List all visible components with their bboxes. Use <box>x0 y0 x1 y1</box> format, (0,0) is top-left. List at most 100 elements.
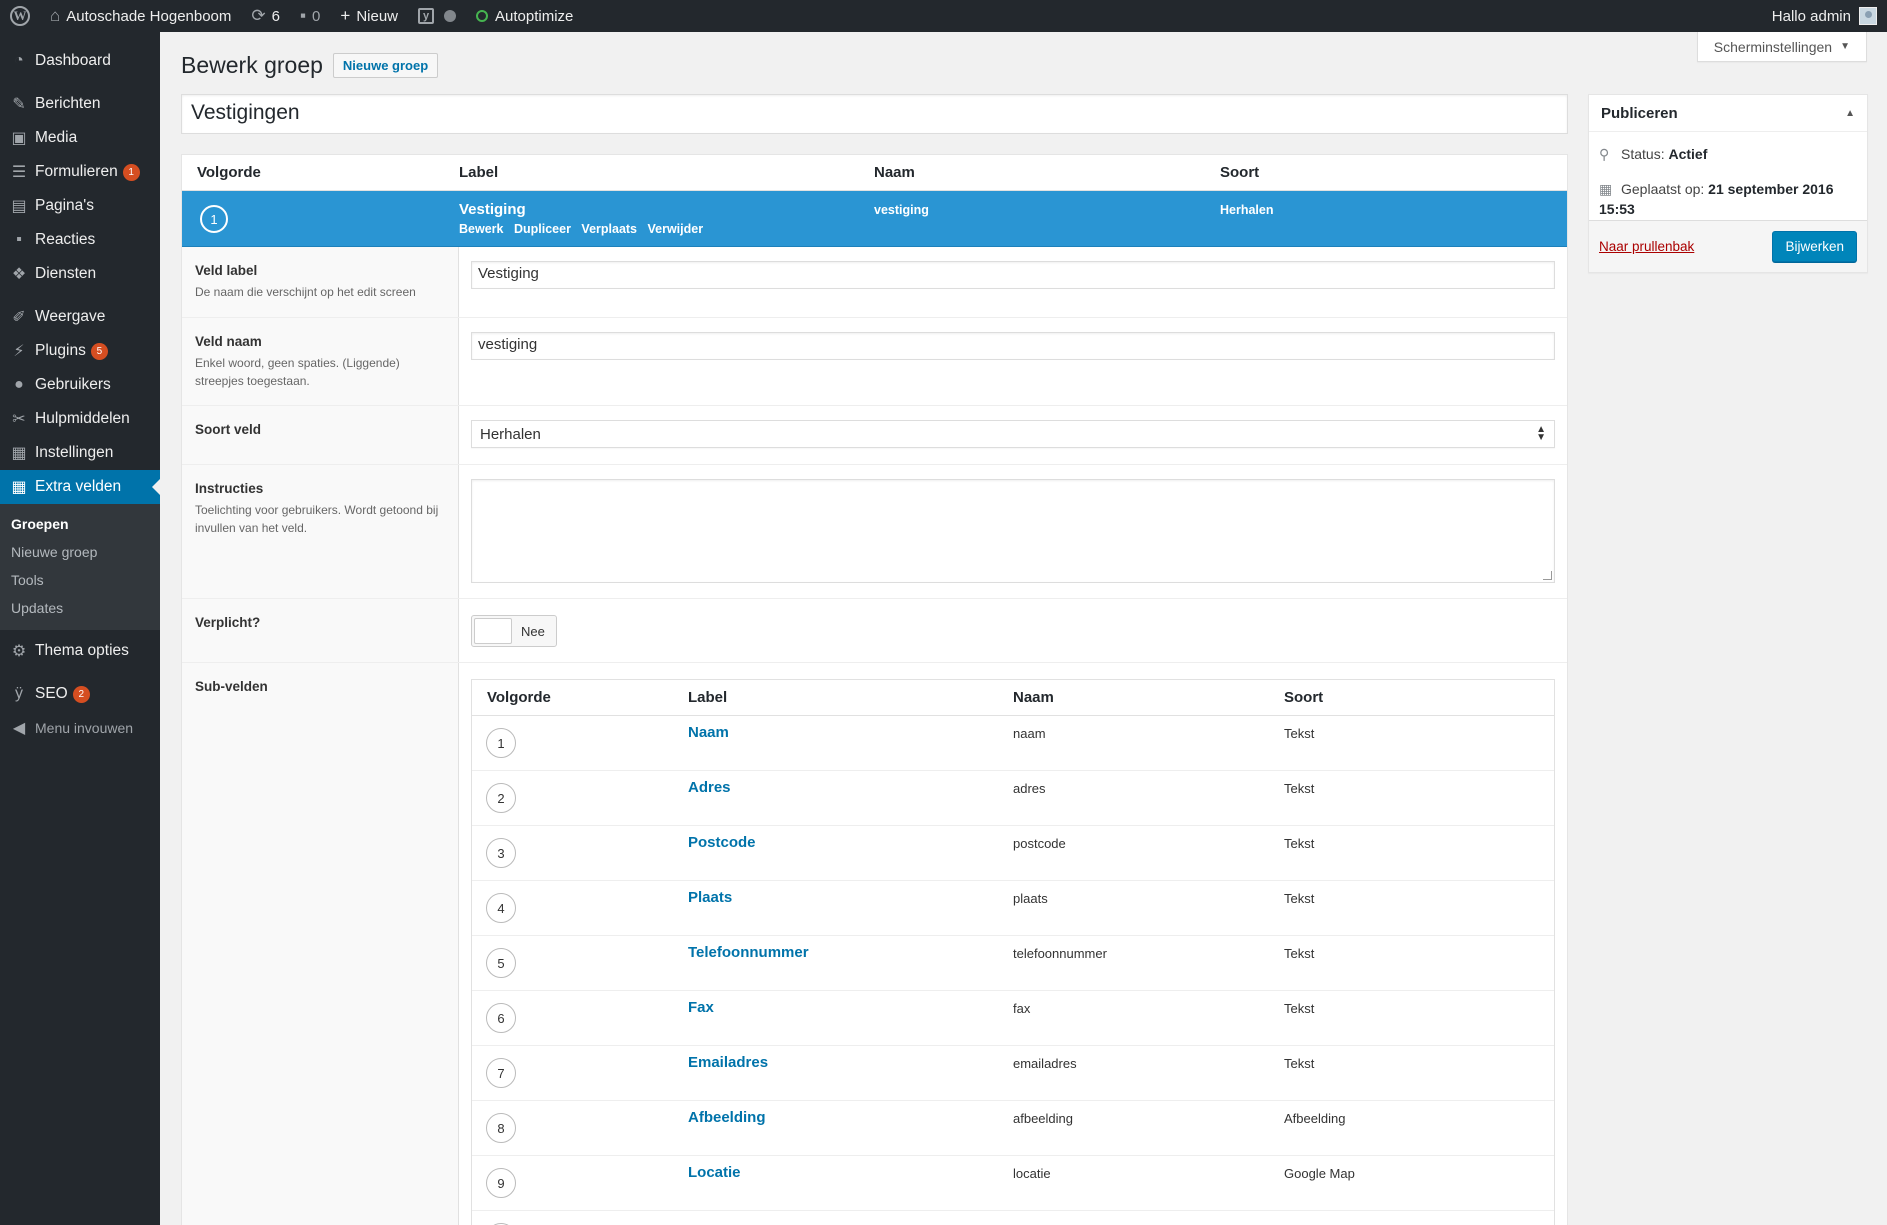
instructions-textarea[interactable] <box>471 479 1555 583</box>
sidebar-item-paginas[interactable]: ▤ Pagina's <box>0 189 160 223</box>
subfield-name: fax <box>1013 1001 1031 1016</box>
sidebar-item-label: Gebruikers <box>35 376 111 393</box>
subfield-label-link[interactable]: Afbeelding <box>688 1109 1013 1126</box>
comments-menu[interactable]: ▪ 0 <box>290 0 330 32</box>
sidebar-item-berichten[interactable]: ✎ Berichten <box>0 87 160 121</box>
header-type: Soort <box>1284 689 1324 706</box>
updates-menu[interactable]: ⟳ 6 <box>241 0 290 32</box>
move-link[interactable]: Verplaats <box>581 222 637 236</box>
sidebar-item-weergave[interactable]: ✐ Weergave <box>0 300 160 334</box>
sidebar-item-extra-velden[interactable]: ▦ Extra velden <box>0 470 160 504</box>
required-toggle[interactable]: Nee <box>471 615 557 647</box>
sidebar-item-plugins[interactable]: ⚡ Plugins 5 <box>0 334 160 368</box>
row-actions: Bewerk Dupliceer Verplaats Verwijder <box>459 222 874 236</box>
subfield-label-link[interactable]: Telefoonnummer <box>688 944 1013 961</box>
subfield-label-link[interactable]: Locatie <box>688 1164 1013 1181</box>
subfield-row[interactable]: 6 Fax fax Tekst <box>472 991 1554 1046</box>
subfield-order-badge[interactable]: 6 <box>486 1003 516 1033</box>
field-order-badge[interactable]: 1 <box>200 205 228 233</box>
sidebar-item-instellingen[interactable]: ▦ Instellingen <box>0 436 160 470</box>
submenu-item-tools[interactable]: Tools <box>0 566 160 594</box>
screen-options-button[interactable]: Scherminstellingen ▼ <box>1696 32 1867 62</box>
publish-actions: Naar prullenbak Bijwerken <box>1589 220 1867 272</box>
new-label: Nieuw <box>356 7 398 25</box>
field-name: vestiging <box>874 203 929 217</box>
sidebar-item-reacties[interactable]: ▪ Reacties <box>0 223 160 257</box>
forms-icon: ☰ <box>11 164 27 181</box>
admin-bar: W ⌂ Autoschade Hogenboom ⟳ 6 ▪ 0 + Nieuw y A… <box>0 0 1887 32</box>
setting-instructions: Instructies Toelichting voor gebruikers.… <box>182 465 1567 599</box>
subfield-row[interactable]: 9 Locatie locatie Google Map <box>472 1156 1554 1211</box>
field-label-link[interactable]: Vestiging <box>459 201 874 218</box>
subfield-label-link[interactable]: Adres <box>688 779 1013 796</box>
setting-title: Soort veld <box>195 422 262 437</box>
sidebar-item-seo[interactable]: ÿ SEO 2 <box>0 677 160 711</box>
status-ring-icon <box>476 10 488 22</box>
subfield-label-link[interactable]: Plaats <box>688 889 1013 906</box>
subfield-order-badge[interactable]: 5 <box>486 948 516 978</box>
subfield-order-badge[interactable]: 7 <box>486 1058 516 1088</box>
group-title-input[interactable]: Vestigingen <box>181 94 1568 134</box>
yoast-menu[interactable]: y <box>408 0 466 32</box>
move-to-trash-link[interactable]: Naar prullenbak <box>1599 239 1694 254</box>
wordpress-logo-menu[interactable]: W <box>0 0 40 32</box>
greeting: Hallo admin <box>1771 7 1851 25</box>
sidebar-item-formulieren[interactable]: ☰ Formulieren 1 <box>0 155 160 189</box>
subfield-type: Tekst <box>1284 891 1315 906</box>
field-type: Herhalen <box>1220 203 1274 217</box>
autoptimize-menu[interactable]: Autoptimize <box>466 0 583 32</box>
subfield-type: Tekst <box>1284 781 1315 796</box>
sidebar-item-dashboard[interactable]: ◔ Dashboard <box>0 44 160 78</box>
wrench-icon: ✂ <box>12 411 26 428</box>
header-name: Naam <box>874 164 915 181</box>
caret-up-icon[interactable]: ▲ <box>1845 108 1855 119</box>
new-content-menu[interactable]: + Nieuw <box>330 0 408 32</box>
subfield-label-link[interactable]: Emailadres <box>688 1054 1013 1071</box>
delete-link[interactable]: Verwijder <box>648 222 704 236</box>
sidebar-item-thema-opties[interactable]: ⚙ Thema opties <box>0 634 160 668</box>
active-field-row[interactable]: 1 Vestiging Bewerk Dupliceer Verplaats V… <box>182 191 1567 247</box>
subfield-order-badge[interactable]: 1 <box>486 728 516 758</box>
sidebar-item-media[interactable]: ▣ Media <box>0 121 160 155</box>
site-name-menu[interactable]: ⌂ Autoschade Hogenboom <box>40 0 241 32</box>
edit-link[interactable]: Bewerk <box>459 222 503 236</box>
subfield-row[interactable]: 7 Emailadres emailadres Tekst <box>472 1046 1554 1101</box>
calendar-icon: ▦ <box>1599 181 1613 197</box>
subfield-label-link[interactable]: Naam <box>688 724 1013 741</box>
subfield-order-badge[interactable]: 9 <box>486 1168 516 1198</box>
subfield-row-partial[interactable] <box>472 1211 1554 1225</box>
avatar <box>1859 7 1877 25</box>
subfield-row[interactable]: 8 Afbeelding afbeelding Afbeelding <box>472 1101 1554 1156</box>
subfield-type: Tekst <box>1284 836 1315 851</box>
subfield-row[interactable]: 2 Adres adres Tekst <box>472 771 1554 826</box>
media-icon: ▣ <box>11 130 27 147</box>
submenu-item-groepen[interactable]: Groepen <box>0 510 160 538</box>
field-label-input[interactable]: Vestiging <box>471 261 1555 289</box>
subfield-row[interactable]: 4 Plaats plaats Tekst <box>472 881 1554 936</box>
account-menu[interactable]: Hallo admin <box>1762 0 1887 32</box>
subfield-row[interactable]: 5 Telefoonnummer telefoonnummer Tekst <box>472 936 1554 991</box>
subfield-label-link[interactable]: Fax <box>688 999 1013 1016</box>
field-name-input[interactable]: vestiging <box>471 332 1555 360</box>
add-new-group-button[interactable]: Nieuwe groep <box>332 53 439 78</box>
subfield-order-badge[interactable]: 3 <box>486 838 516 868</box>
subfield-label-link[interactable]: Postcode <box>688 834 1013 851</box>
subfield-order-badge[interactable]: 8 <box>486 1113 516 1143</box>
publish-box-header[interactable]: Publiceren ▲ <box>1589 95 1867 132</box>
setting-title: Veld naam <box>195 334 262 349</box>
subfield-order-badge[interactable]: 4 <box>486 893 516 923</box>
submenu-item-updates[interactable]: Updates <box>0 594 160 622</box>
subfield-order-badge[interactable]: 2 <box>486 783 516 813</box>
field-type-select[interactable]: Herhalen ▲ ▼ <box>471 420 1555 448</box>
subfield-row[interactable]: 3 Postcode postcode Tekst <box>472 826 1554 881</box>
notification-badge: 2 <box>72 685 90 703</box>
seo-score-dot-icon <box>444 10 456 22</box>
sidebar-item-hulpmiddelen[interactable]: ✂ Hulpmiddelen <box>0 402 160 436</box>
update-button[interactable]: Bijwerken <box>1772 231 1857 262</box>
submenu-item-nieuwe-groep[interactable]: Nieuwe groep <box>0 538 160 566</box>
collapse-menu-button[interactable]: ◀ Menu invouwen <box>0 711 160 745</box>
sidebar-item-diensten[interactable]: ❖ Diensten <box>0 257 160 291</box>
sidebar-item-gebruikers[interactable]: ● Gebruikers <box>0 368 160 402</box>
duplicate-link[interactable]: Dupliceer <box>514 222 571 236</box>
subfield-row[interactable]: 1 Naam naam Tekst <box>472 716 1554 771</box>
